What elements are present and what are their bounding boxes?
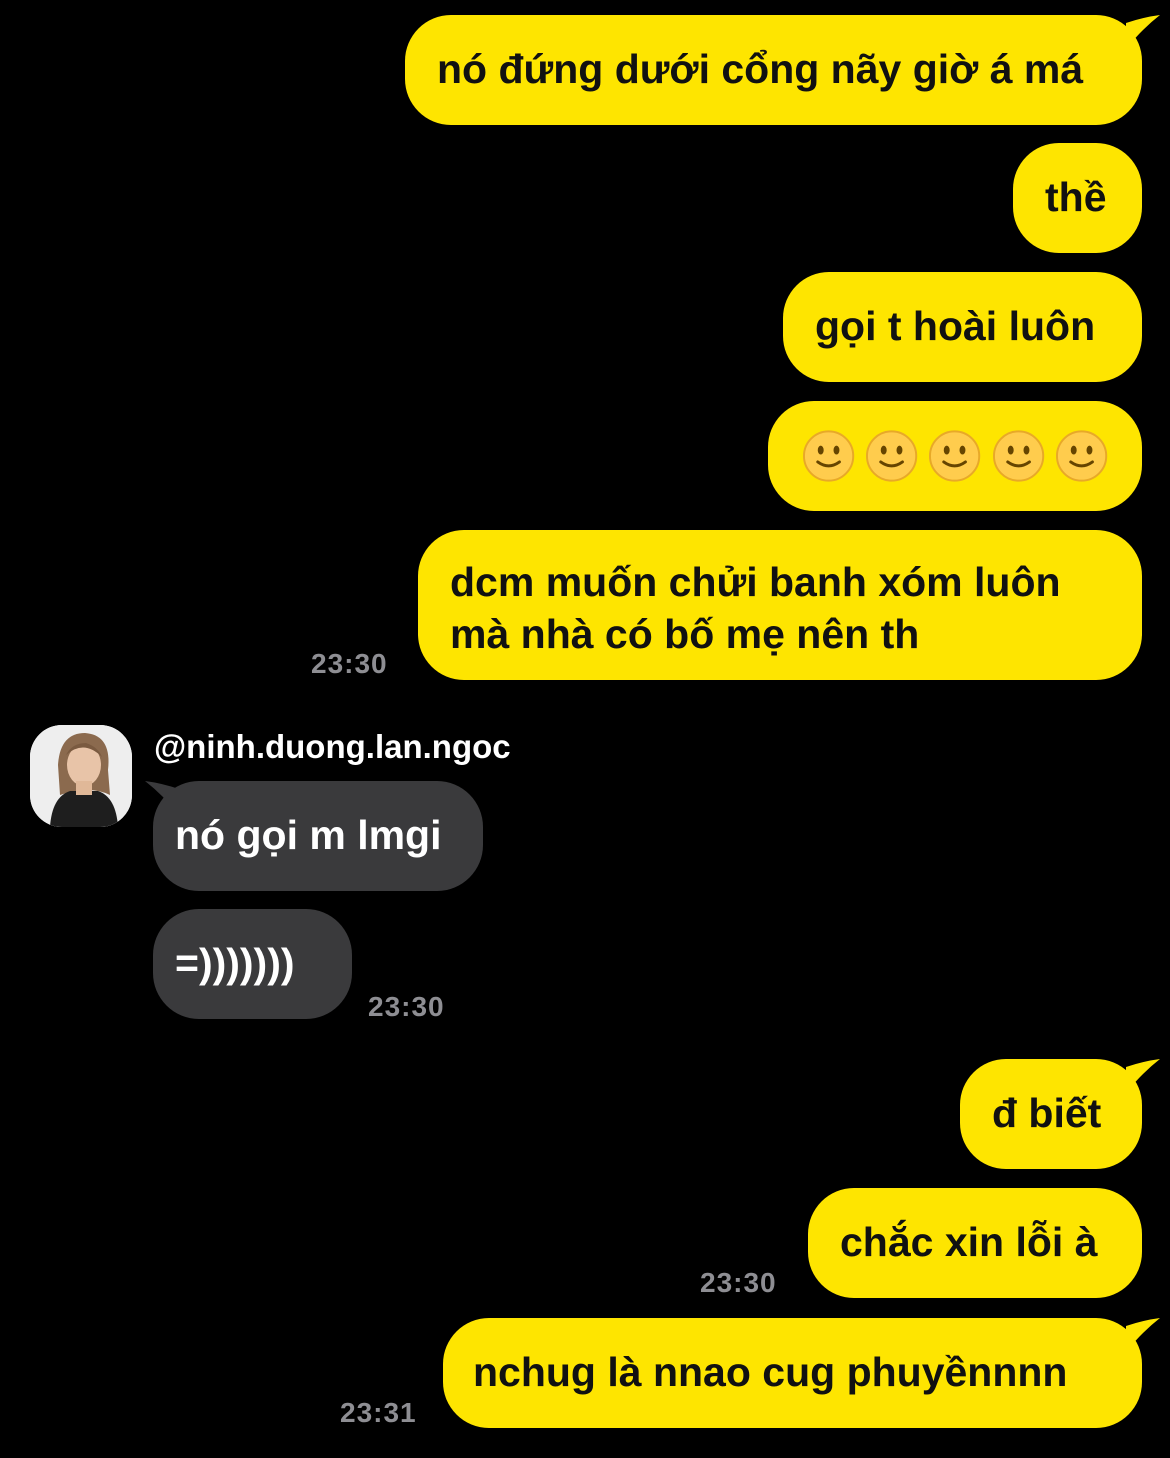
message-text: nchug là nnao cug phuyềnnnn (473, 1349, 1068, 1395)
slightly-smiling-face-icon (1055, 430, 1108, 482)
message-text: gọi t hoài luôn (815, 303, 1096, 349)
emoji-row (802, 401, 1108, 511)
message-timestamp: 23:31 (340, 1397, 417, 1428)
avatar[interactable] (30, 725, 132, 827)
user-avatar-image (30, 725, 132, 827)
message-text: nó gọi m lmgi (175, 812, 442, 858)
message-bubble-received[interactable]: nó gọi m lmgi (153, 781, 483, 891)
slightly-smiling-face-icon (802, 430, 855, 482)
slightly-smiling-face-icon (929, 430, 981, 482)
bubble-tail (1126, 1318, 1160, 1352)
message-text-line: dcm muốn chửi banh xóm luôn (450, 559, 1061, 605)
message-bubble-sent[interactable]: nchug là nnao cug phuyềnnnn (443, 1318, 1142, 1428)
message-timestamp: 23:30 (368, 991, 445, 1022)
message-text-line: mà nhà có bố mẹ nên th (450, 611, 920, 657)
message-bubble-sent[interactable]: đ biết (960, 1059, 1142, 1169)
bubble-tail (145, 781, 179, 815)
message-bubble-sent[interactable]: gọi t hoài luôn (783, 272, 1142, 382)
message-timestamp: 23:30 (311, 648, 388, 679)
bubble-tail (1126, 1059, 1160, 1093)
message-bubble-sent-emoji[interactable] (768, 401, 1142, 511)
message-text: chắc xin lỗi à (840, 1219, 1098, 1265)
message-text: nó đứng dưới cổng nãy giờ á má (437, 46, 1084, 92)
message-text: đ biết (992, 1090, 1102, 1136)
message-bubble-sent[interactable]: dcm muốn chửi banh xóm luôn mà nhà có bố… (418, 530, 1142, 680)
slightly-smiling-face-icon (992, 430, 1044, 482)
bubble-tail (1126, 15, 1160, 49)
message-timestamp: 23:30 (700, 1267, 777, 1298)
message-text: =))))))) (175, 940, 295, 986)
message-text: thề (1045, 174, 1107, 220)
slightly-smiling-face-icon (866, 430, 918, 482)
message-bubble-sent[interactable]: nó đứng dưới cổng nãy giờ á má (405, 15, 1142, 125)
message-bubble-sent[interactable]: thề (1013, 143, 1142, 253)
sender-username: @ninh.duong.lan.ngoc (154, 728, 511, 765)
message-bubble-sent[interactable]: chắc xin lỗi à (808, 1188, 1142, 1298)
message-bubble-received[interactable]: =))))))) (153, 909, 352, 1019)
